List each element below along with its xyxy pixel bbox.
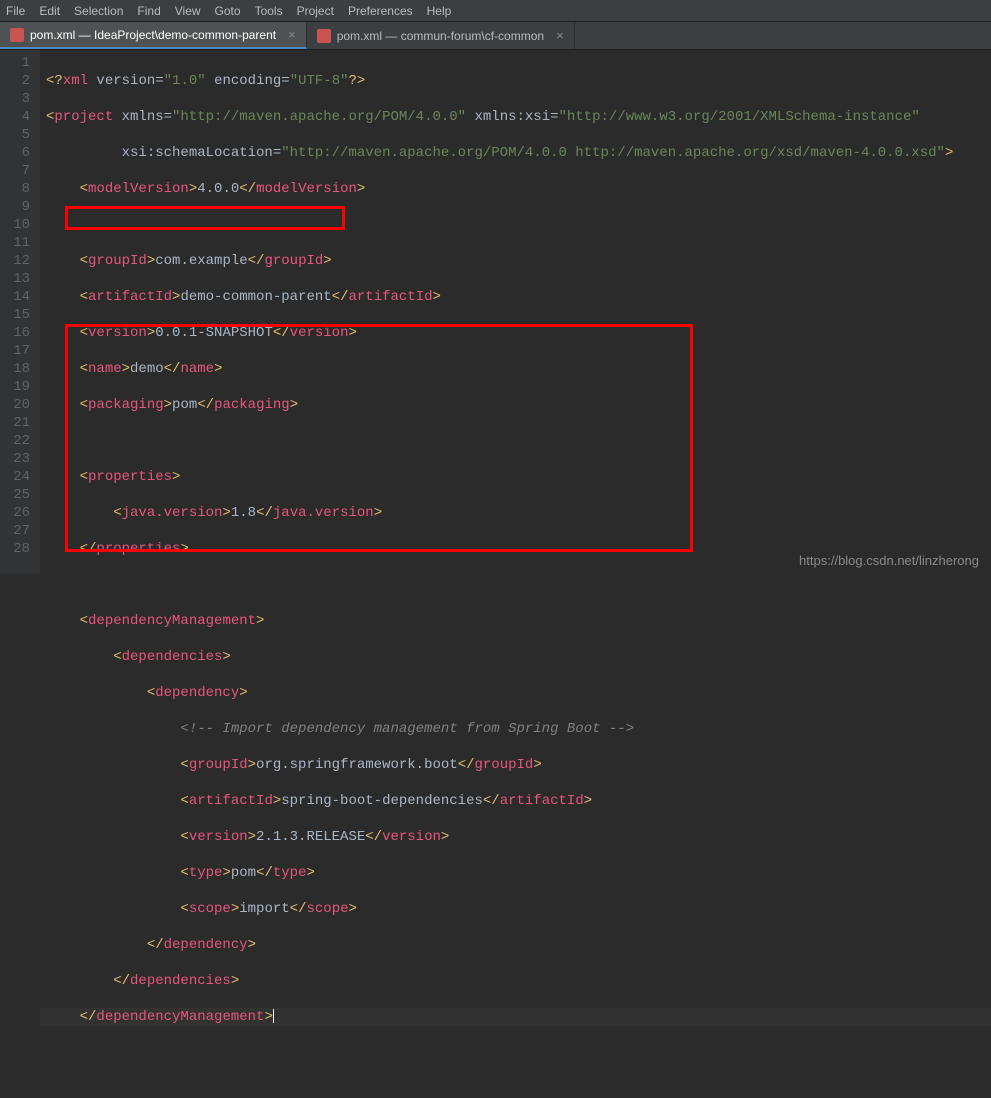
- tag-dependency: dependency: [155, 685, 239, 701]
- file-icon: [317, 29, 331, 43]
- text-caret: [273, 1009, 274, 1023]
- menu-file[interactable]: File: [6, 4, 25, 18]
- tab-label: pom.xml — IdeaProject\demo-common-parent: [30, 28, 276, 42]
- tag-dependencies: dependencies: [122, 649, 223, 665]
- tag-project: project: [54, 109, 113, 125]
- comment: <!-- Import dependency management from S…: [46, 721, 634, 737]
- menu-tools[interactable]: Tools: [255, 4, 283, 18]
- tab-pom-cf-common[interactable]: pom.xml — commun-forum\cf-common ×: [307, 22, 575, 49]
- close-icon[interactable]: ×: [288, 27, 296, 42]
- menubar: File Edit Selection Find View Goto Tools…: [0, 0, 991, 22]
- xml-prolog-open: <?: [46, 73, 63, 89]
- editor: 1234567891011121314151617181920212223242…: [0, 50, 991, 574]
- menu-goto[interactable]: Goto: [215, 4, 241, 18]
- tag-groupid: groupId: [88, 253, 147, 269]
- tag-properties: properties: [88, 469, 172, 485]
- menu-find[interactable]: Find: [137, 4, 160, 18]
- menu-help[interactable]: Help: [427, 4, 452, 18]
- menu-view[interactable]: View: [175, 4, 201, 18]
- tag-version: version: [88, 325, 147, 341]
- menu-selection[interactable]: Selection: [74, 4, 123, 18]
- tag-dependencymanagement: dependencyManagement: [88, 613, 256, 629]
- tag-packaging: packaging: [88, 397, 164, 413]
- menu-preferences[interactable]: Preferences: [348, 4, 413, 18]
- tag-artifactid: artifactId: [88, 289, 172, 305]
- menu-edit[interactable]: Edit: [39, 4, 60, 18]
- code-area[interactable]: <?xml version="1.0" encoding="UTF-8"?> <…: [40, 50, 991, 574]
- tab-label: pom.xml — commun-forum\cf-common: [337, 29, 544, 43]
- tab-bar: pom.xml — IdeaProject\demo-common-parent…: [0, 22, 991, 50]
- tag-java-version: java.version: [122, 505, 223, 521]
- close-icon[interactable]: ×: [556, 28, 564, 43]
- line-number-gutter: 1234567891011121314151617181920212223242…: [0, 50, 40, 574]
- file-icon: [10, 28, 24, 42]
- tab-pom-demo-common-parent[interactable]: pom.xml — IdeaProject\demo-common-parent…: [0, 22, 307, 49]
- tag-name: name: [88, 361, 122, 377]
- menu-project[interactable]: Project: [297, 4, 334, 18]
- watermark: https://blog.csdn.net/linzherong: [799, 553, 979, 568]
- tag-modelversion: modelVersion: [88, 181, 189, 197]
